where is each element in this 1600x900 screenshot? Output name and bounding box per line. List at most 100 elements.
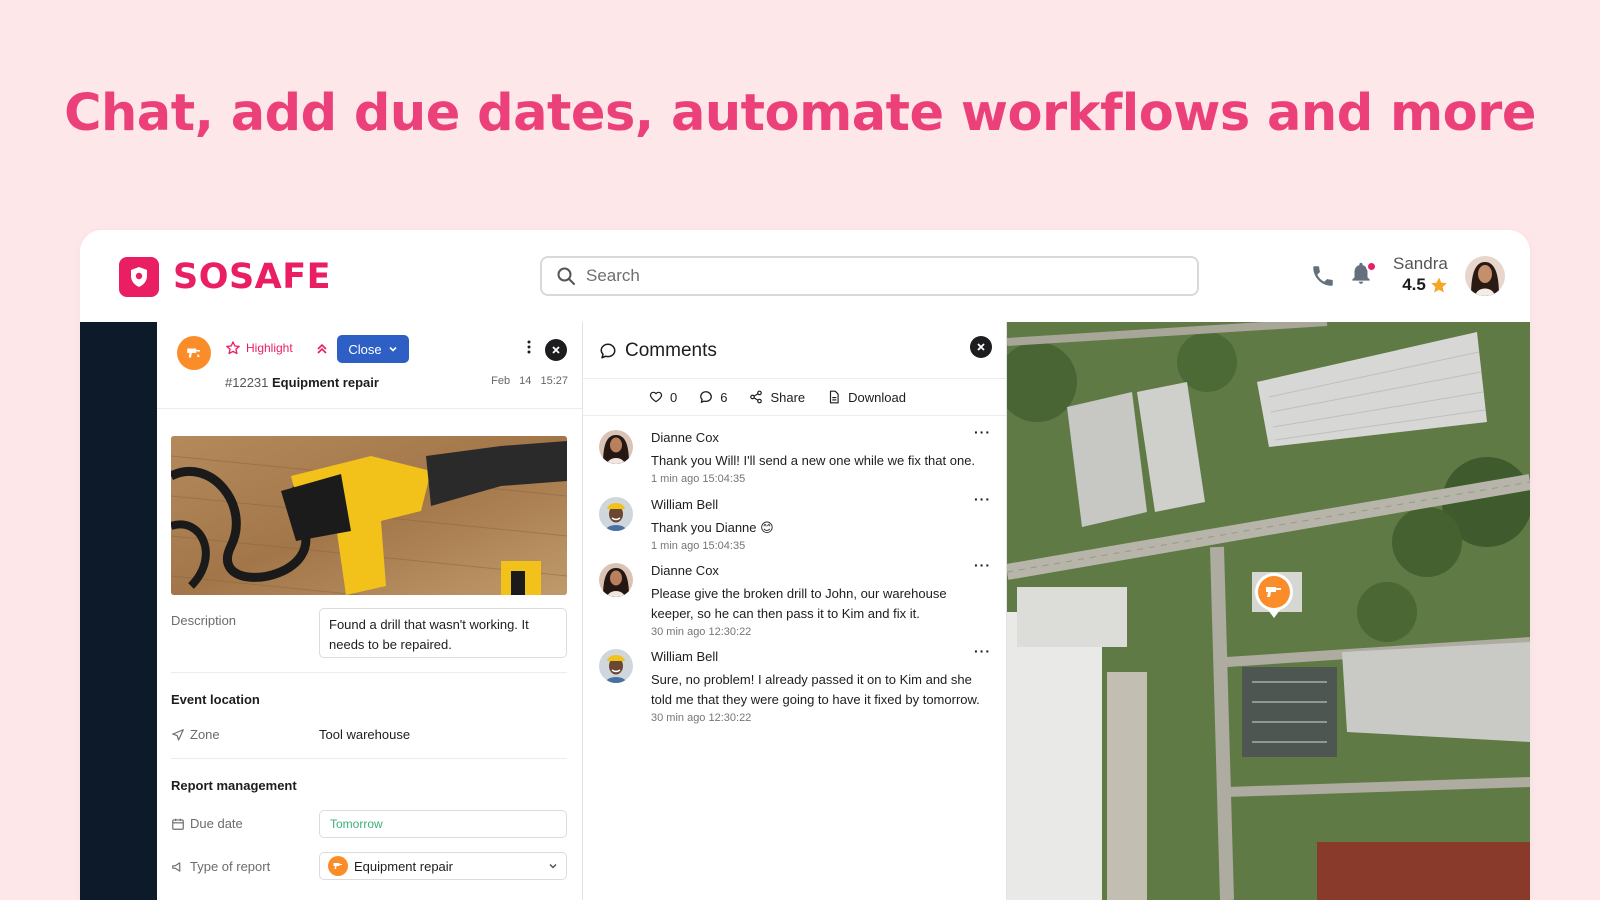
comment-more-icon[interactable]: ··· bbox=[974, 424, 991, 440]
drill-icon bbox=[328, 856, 348, 876]
due-date-field[interactable]: Tomorrow bbox=[319, 810, 567, 838]
description-label: Description bbox=[171, 613, 237, 628]
type-of-report-label-text: Type of report bbox=[190, 859, 271, 874]
report-date: Feb 14 15:27 bbox=[491, 375, 568, 387]
star-outline-icon bbox=[226, 341, 240, 355]
comment-icon bbox=[700, 391, 713, 403]
commenter-avatar[interactable] bbox=[599, 563, 633, 597]
close-comments-button[interactable] bbox=[970, 336, 992, 358]
brand-name: SOSAFE bbox=[173, 257, 332, 297]
shield-logo-icon bbox=[119, 257, 159, 297]
type-of-report-select[interactable]: Equipment repair bbox=[319, 852, 567, 880]
phone-icon[interactable] bbox=[1310, 263, 1336, 289]
report-management-title: Report management bbox=[171, 778, 297, 793]
document-icon bbox=[830, 390, 839, 404]
comment-more-icon[interactable]: ··· bbox=[974, 491, 991, 507]
heart-icon bbox=[649, 391, 663, 403]
comment-author[interactable]: Dianne Cox bbox=[651, 563, 719, 578]
download-button[interactable]: Download bbox=[827, 390, 906, 405]
close-icon bbox=[977, 343, 985, 351]
download-label: Download bbox=[848, 389, 906, 405]
share-label: Share bbox=[770, 389, 806, 405]
satellite-map[interactable] bbox=[1007, 322, 1530, 900]
type-of-report-label: Type of report bbox=[171, 859, 270, 874]
share-icon bbox=[750, 390, 763, 404]
search-bar[interactable] bbox=[540, 256, 1199, 296]
comments-title: Comments bbox=[625, 340, 717, 361]
description-field[interactable]: Found a drill that wasn't working. It ne… bbox=[319, 608, 567, 658]
report-header: Highlight Close #12231 Equipment repair … bbox=[157, 322, 582, 409]
comment-text: Please give the broken drill to John, ou… bbox=[651, 586, 947, 621]
close-status-button[interactable]: Close bbox=[337, 335, 409, 363]
comment-count-button[interactable]: 6 bbox=[699, 390, 727, 405]
zone-label-text: Zone bbox=[190, 727, 220, 742]
priority-icon[interactable] bbox=[316, 342, 328, 360]
divider bbox=[171, 758, 567, 759]
like-count: 0 bbox=[670, 389, 678, 405]
comment-more-icon[interactable]: ··· bbox=[974, 643, 991, 659]
rating-value: 4.5 bbox=[1402, 275, 1426, 294]
report-date-day: Feb 14 bbox=[491, 375, 532, 387]
report-type-badge bbox=[177, 336, 211, 370]
report-photo[interactable] bbox=[171, 436, 567, 595]
notification-dot bbox=[1366, 261, 1377, 272]
highlight-label: Highlight bbox=[246, 341, 293, 355]
more-options-icon[interactable] bbox=[527, 340, 531, 359]
comment-time: 30 min ago 12:30:22 bbox=[651, 626, 752, 638]
notifications[interactable] bbox=[1348, 260, 1377, 291]
like-button[interactable]: 0 bbox=[649, 390, 677, 405]
comment-author[interactable]: Dianne Cox bbox=[651, 430, 719, 445]
close-icon bbox=[552, 346, 560, 354]
comment-time: 1 min ago 15:04:35 bbox=[651, 540, 746, 552]
comment-author[interactable]: William Bell bbox=[651, 497, 718, 512]
star-icon bbox=[1430, 277, 1447, 293]
comment-time: 30 min ago 12:30:22 bbox=[651, 712, 752, 724]
highlight-button[interactable]: Highlight bbox=[225, 340, 293, 356]
due-date-label-text: Due date bbox=[190, 816, 243, 831]
comment-time: 1 min ago 15:04:35 bbox=[651, 473, 746, 485]
event-location-title: Event location bbox=[171, 692, 260, 707]
share-button[interactable]: Share bbox=[749, 390, 805, 405]
megaphone-icon bbox=[172, 861, 181, 872]
user-name: Sandra bbox=[1393, 254, 1448, 273]
comment-author[interactable]: William Bell bbox=[651, 649, 718, 664]
comment-text: Thank you Dianne 😊 bbox=[651, 520, 774, 535]
report-id: #12231 bbox=[225, 375, 269, 390]
user-rating: 4.5 bbox=[1393, 275, 1448, 295]
headline: Chat, add due dates, automate workflows … bbox=[64, 84, 1536, 143]
comment-more-icon[interactable]: ··· bbox=[974, 557, 991, 573]
comment-text: Thank you Will! I'll send a new one whil… bbox=[651, 453, 976, 468]
report-name: Equipment repair bbox=[272, 375, 379, 390]
comments-panel: Comments 0 6 Share Download Dianne Cox T… bbox=[583, 322, 1007, 900]
comment-actions: 0 6 Share Download bbox=[583, 379, 1006, 416]
report-date-time: 15:27 bbox=[540, 375, 568, 387]
search-icon bbox=[557, 267, 575, 285]
divider bbox=[171, 672, 567, 673]
comment-icon bbox=[600, 343, 616, 359]
search-input[interactable] bbox=[586, 266, 1146, 286]
report-title: #12231 Equipment repair bbox=[225, 375, 379, 390]
top-bar: SOSAFE Sandra 4.5 bbox=[80, 230, 1530, 322]
chevron-down-icon bbox=[389, 346, 397, 352]
logo[interactable]: SOSAFE bbox=[119, 257, 331, 297]
calendar-icon bbox=[172, 818, 184, 830]
comment-count: 6 bbox=[720, 389, 728, 405]
user-avatar[interactable] bbox=[1465, 256, 1505, 296]
user-info[interactable]: Sandra 4.5 bbox=[1393, 254, 1448, 295]
commenter-avatar[interactable] bbox=[599, 430, 633, 464]
navigation-icon bbox=[172, 728, 184, 741]
drill-icon bbox=[187, 348, 200, 358]
type-of-report-value: Equipment repair bbox=[354, 858, 453, 874]
comments-header: Comments bbox=[583, 322, 1006, 379]
commenter-avatar[interactable] bbox=[599, 497, 633, 531]
app-window: SOSAFE Sandra 4.5 bbox=[80, 230, 1530, 900]
close-status-label: Close bbox=[348, 341, 382, 357]
commenter-avatar[interactable] bbox=[599, 649, 633, 683]
chevron-down-icon bbox=[549, 863, 557, 869]
top-icons bbox=[1310, 260, 1377, 291]
due-date-label: Due date bbox=[171, 816, 243, 831]
zone-label: Zone bbox=[171, 727, 220, 742]
sidebar bbox=[80, 322, 157, 900]
zone-value[interactable]: Tool warehouse bbox=[319, 727, 410, 742]
close-report-button[interactable] bbox=[545, 339, 567, 361]
